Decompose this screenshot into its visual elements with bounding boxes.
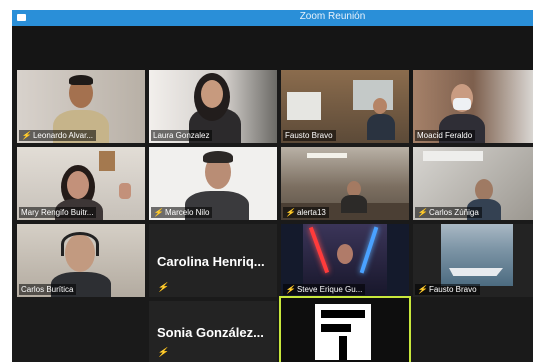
video-tile-marcelo[interactable]: ⚡ Marcelo Nilo (149, 147, 277, 220)
video-tile-mary[interactable]: Mary Rengifo Buitr... (17, 147, 145, 220)
participant-name: Steve Erique Gu... (296, 285, 363, 294)
participant-nameplate: Laura Gonzalez (151, 130, 213, 141)
participant-name: Carlos Zúñiga (428, 208, 479, 217)
participant-head (67, 171, 89, 199)
participant-body (367, 114, 395, 140)
participant-name: Carlos Burítica (21, 285, 74, 294)
ship (449, 268, 503, 276)
participant-hair (69, 75, 93, 85)
participant-head (373, 98, 387, 114)
video-tile-sonia[interactable]: Sonia González... ⚡ (149, 301, 277, 362)
participant-nameplate: ⚡ Marcelo Nilo (151, 207, 213, 218)
ceiling-light (307, 153, 347, 158)
muted-mic-icon: ⚡ (21, 131, 31, 140)
participant-name: Laura Gonzalez (153, 131, 210, 140)
muted-mic-icon: ⚡ (285, 285, 295, 294)
participant-nameplate: ⚡ Leonardo Alvar... (19, 130, 97, 141)
muted-mic-icon: ⚡ (153, 208, 163, 217)
participant-nameplate: ⚡ alerta13 (283, 207, 329, 218)
video-tile-steve[interactable]: ⚡ Steve Erique Gu... (281, 224, 409, 297)
muted-mic-icon: ⚡ (157, 347, 169, 357)
title-bar: Zoom Reunión (12, 10, 533, 26)
logo-bar-3 (339, 336, 347, 360)
logo-bar-1 (321, 310, 365, 318)
participant-name: Fausto Bravo (285, 131, 333, 140)
participant-nameplate: Fausto Bravo (283, 130, 336, 141)
participant-name: Marcelo Nilo (164, 208, 210, 217)
participant-name: Fausto Bravo (428, 285, 477, 294)
participant-nameplate: ⚡ Fausto Bravo (415, 284, 480, 295)
muted-mic-icon: ⚡ (157, 282, 169, 292)
participant-name: Leonardo Alvar... (32, 131, 94, 140)
video-tile-carlos-zuniga[interactable]: ⚡ Carlos Zúñiga (413, 147, 533, 220)
headset (61, 232, 99, 256)
video-tile-leonardo[interactable]: ⚡ Leonardo Alvar... (17, 70, 145, 143)
ceiling-panel (423, 151, 483, 161)
participant-body (341, 195, 367, 213)
participant-name: Moacid Feraldo (417, 131, 473, 140)
whiteboard (287, 92, 321, 120)
participant-head (475, 179, 493, 201)
video-tile-carlos-buritica[interactable]: Carlos Burítica (17, 224, 145, 297)
window-title: Zoom Reunión (299, 11, 366, 22)
video-tile-moacid[interactable]: Moacid Feraldo (413, 70, 533, 143)
muted-mic-icon: ⚡ (417, 285, 427, 294)
participant-head (337, 244, 353, 264)
participant-hair (203, 151, 233, 163)
video-tile-fausto-1[interactable]: Fausto Bravo (281, 70, 409, 143)
video-tile-alerta13[interactable]: ⚡ alerta13 (281, 147, 409, 220)
participant-nameplate: Mary Rengifo Buitr... (19, 207, 97, 218)
logo-bar-2 (321, 324, 351, 332)
video-tile-fausto-2[interactable]: ⚡ Fausto Bravo (413, 224, 533, 297)
participant-name: Sonia González... (157, 325, 264, 340)
video-tile-laura[interactable]: Laura Gonzalez (149, 70, 277, 143)
participant-name: alerta13 (296, 208, 326, 217)
video-tile-active-speaker[interactable] (279, 296, 411, 362)
raised-hand (119, 183, 131, 199)
muted-mic-icon: ⚡ (417, 208, 427, 217)
participant-nameplate: ⚡ Steve Erique Gu... (283, 284, 366, 295)
video-tile-carolina[interactable]: Carolina Henriq... ⚡ (149, 224, 277, 297)
participant-nameplate: Carlos Burítica (19, 284, 77, 295)
participant-nameplate: ⚡ Carlos Zúñiga (415, 207, 482, 218)
participant-name: Mary Rengifo Buitr... (21, 208, 94, 217)
participant-nameplate: Moacid Feraldo (415, 130, 476, 141)
face-mask (453, 98, 471, 110)
muted-mic-icon: ⚡ (285, 208, 295, 217)
zoom-window: Zoom Reunión ⚡ Leonardo Alvar... Laura G… (12, 10, 533, 362)
participant-head (201, 80, 223, 108)
shared-image (441, 224, 513, 286)
wall-frame (99, 151, 115, 171)
participant-name: Carolina Henriq... (157, 254, 265, 269)
